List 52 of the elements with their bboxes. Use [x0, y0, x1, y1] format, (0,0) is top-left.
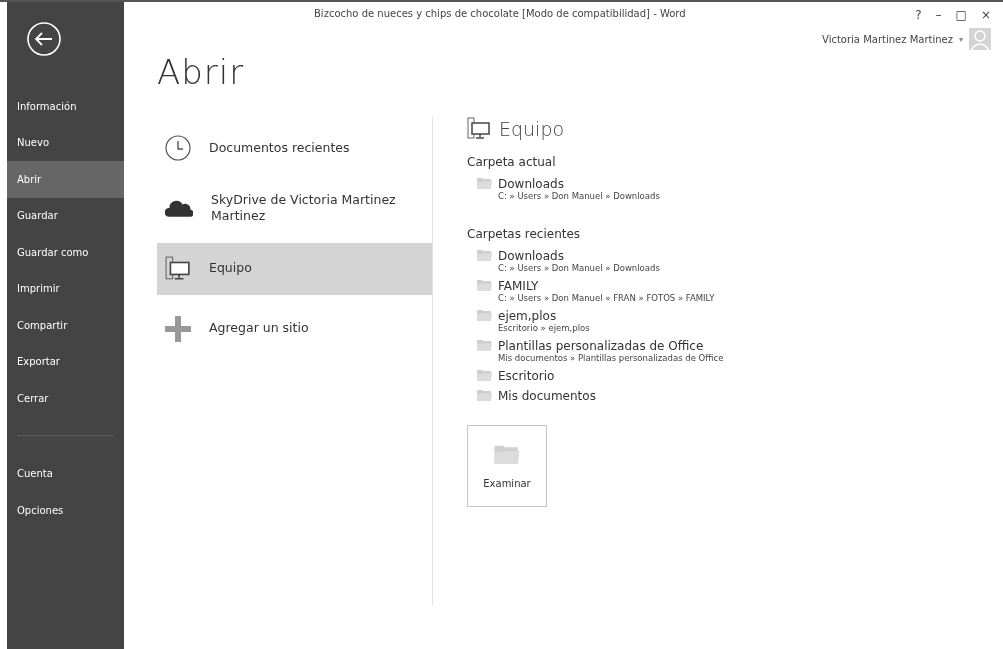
folder-path: Escritorio » ejem,plos [498, 323, 590, 333]
sidebar-item[interactable]: Abrir [7, 161, 124, 198]
folder-name[interactable]: FAMILY [498, 279, 715, 293]
folder-path: C: » Users » Don Manuel » Downloads [498, 263, 660, 273]
folder-name[interactable]: Downloads [498, 177, 660, 191]
sidebar-item[interactable]: Nuevo [7, 124, 124, 161]
folder-icon [477, 389, 492, 401]
sidebar-item[interactable]: Guardar como [7, 234, 124, 271]
window-control[interactable]: × [980, 8, 991, 22]
folder-path: C: » Users » Don Manuel » Downloads [498, 191, 660, 201]
computer-icon [165, 255, 191, 282]
folder-name[interactable]: Downloads [498, 249, 660, 263]
folder-path: Mis documentos » Plantillas personalizadas de Office [498, 353, 724, 363]
section-heading: Carpeta actual [467, 155, 557, 169]
folder-icon [477, 309, 492, 321]
caret-icon[interactable]: ▾ [959, 34, 963, 44]
sidebar-item[interactable]: Información [7, 88, 124, 125]
folder-icon [477, 177, 492, 189]
place-item[interactable]: Agregar un sitio [157, 302, 432, 355]
place-item[interactable]: Equipo [157, 242, 432, 295]
section-heading: Carpetas recientes [467, 227, 582, 241]
folder-name[interactable]: Mis documentos [498, 389, 596, 403]
place-item[interactable]: Documentos recientes [157, 122, 432, 174]
place-item[interactable]: SkyDrive de Victoria Martinez Martinez [157, 182, 432, 235]
detail-title: Equipo [499, 118, 565, 140]
sidebar-item[interactable]: Cuenta [7, 455, 124, 492]
folder-name[interactable]: Plantillas personalizadas de Office [498, 339, 724, 353]
window-control[interactable]: ? [915, 8, 922, 22]
sidebar-item[interactable]: Cerrar [7, 380, 124, 417]
plus-icon [165, 315, 191, 342]
window-control[interactable]: – [935, 8, 942, 22]
folder-name[interactable]: Escritorio [498, 369, 555, 383]
sidebar-item[interactable]: Guardar [7, 197, 124, 234]
browse-button[interactable]: Examinar [467, 425, 547, 507]
sidebar-item[interactable]: Imprimir [7, 270, 124, 307]
sidebar-item[interactable]: Compartir [7, 307, 124, 344]
window-control[interactable]: □ [955, 8, 967, 22]
page-heading: Abrir [157, 52, 246, 92]
clock-icon [165, 135, 191, 161]
folder-icon [494, 443, 520, 464]
folder-icon [477, 249, 492, 261]
back-icon[interactable] [25, 20, 63, 58]
sidebar-item[interactable]: Opciones [7, 492, 124, 529]
window-title: Bizcocho de nueces y chips de chocolate [Modo de compatibilidad] - Word [314, 8, 686, 21]
folder-icon [477, 369, 492, 381]
folder-name[interactable]: ejem,plos [498, 309, 590, 323]
folder-path: C: » Users » Don Manuel » FRAN » FOTOS » FAMILY [498, 293, 715, 303]
sidebar-item[interactable]: Exportar [7, 343, 124, 380]
user-name[interactable]: Victoria Martinez Martinez [822, 33, 953, 45]
computer-icon [467, 117, 491, 141]
folder-icon [477, 279, 492, 291]
folder-icon [477, 339, 492, 351]
